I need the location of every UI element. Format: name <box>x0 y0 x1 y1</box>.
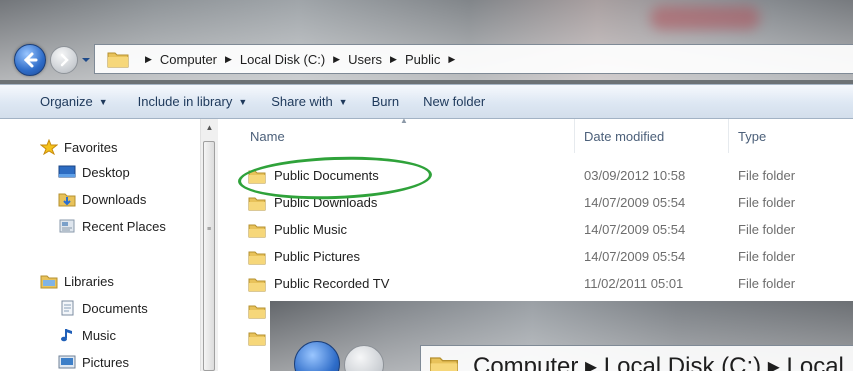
file-type: File folder <box>738 168 796 183</box>
file-date: 14/07/2009 05:54 <box>584 195 686 210</box>
zoomed-address-bar-overlay: Computer ▸ Local Disk (C:) ▸ Local <box>270 301 853 371</box>
file-date: 14/07/2009 05:54 <box>584 222 686 237</box>
file-date: 14/07/2009 05:54 <box>584 249 686 264</box>
chevron-down-icon: ▼ <box>98 96 108 107</box>
file-name: Public Music <box>274 222 347 237</box>
pictures-icon <box>58 354 76 370</box>
share-with-label: Share with <box>271 94 333 109</box>
breadcrumb-separator[interactable]: ▶ <box>145 54 152 65</box>
file-type: File folder <box>738 276 796 291</box>
breadcrumb-separator[interactable]: ▶ <box>225 54 232 65</box>
breadcrumb-computer[interactable]: Computer <box>160 52 217 67</box>
breadcrumb-public[interactable]: Public <box>405 52 440 67</box>
folder-icon <box>248 278 266 292</box>
file-type: File folder <box>738 222 796 237</box>
nav-item-label: Music <box>82 327 116 343</box>
explorer-window: ▶ Computer ▶ Local Disk (C:) ▶ Users ▶ P… <box>0 0 853 371</box>
nav-item-label: Desktop <box>82 164 130 180</box>
file-name: Public Pictures <box>274 249 360 264</box>
file-type: File folder <box>738 249 796 264</box>
forward-icon <box>60 53 69 67</box>
desktop-icon <box>58 164 76 180</box>
nav-item-recent-places[interactable]: Recent Places <box>58 218 166 234</box>
recent-pages-dropdown[interactable] <box>80 54 92 66</box>
breadcrumb-separator[interactable]: ▶ <box>448 54 455 65</box>
include-in-library-label: Include in library <box>137 94 233 109</box>
organize-button[interactable]: Organize ▼ <box>40 94 108 109</box>
nav-favorites-label: Favorites <box>64 139 118 155</box>
library-icon <box>40 273 58 289</box>
sort-ascending-icon: ▲ <box>400 116 408 125</box>
folder-icon <box>430 357 458 371</box>
scrollbar-thumb[interactable]: ≡ <box>203 141 215 371</box>
command-bar: Organize ▼ Include in library ▼ Share with… <box>0 84 853 119</box>
chevron-down-icon: ▼ <box>238 96 248 107</box>
nav-item-music[interactable]: Music <box>58 327 116 343</box>
breadcrumb-users[interactable]: Users <box>348 52 382 67</box>
share-with-button[interactable]: Share with ▼ <box>271 94 347 109</box>
nav-item-label: Documents <box>82 300 148 316</box>
column-divider[interactable] <box>574 119 575 153</box>
star-icon <box>40 139 58 155</box>
column-header-name[interactable]: Name <box>250 129 285 144</box>
nav-item-label: Pictures <box>82 354 129 370</box>
back-icon <box>23 52 38 68</box>
file-type: File folder <box>738 195 796 210</box>
include-in-library-button[interactable]: Include in library ▼ <box>138 94 248 109</box>
file-date: 11/02/2011 05:01 <box>584 276 684 291</box>
folder-icon <box>248 305 266 319</box>
file-row-public-music[interactable]: Public Music 14/07/2009 05:54 File folde… <box>218 217 853 243</box>
nav-item-pictures[interactable]: Pictures <box>58 354 129 370</box>
new-folder-button[interactable]: New folder <box>423 94 485 109</box>
burn-button[interactable]: Burn <box>372 94 399 109</box>
overlay-address-text: Computer ▸ Local Disk (C:) ▸ Local <box>473 352 844 371</box>
documents-icon <box>58 300 76 316</box>
column-header-date-modified[interactable]: Date modified <box>584 129 664 144</box>
column-headers: Name ▲ Date modified Type <box>218 116 853 153</box>
navigation-pane: Favorites Desktop Downloads Recent Place… <box>0 119 200 371</box>
background-blur <box>650 6 760 30</box>
navigation-row: ▶ Computer ▶ Local Disk (C:) ▶ Users ▶ P… <box>0 40 853 80</box>
downloads-icon <box>58 191 76 207</box>
nav-item-label: Downloads <box>82 191 147 207</box>
file-name: Public Recorded TV <box>274 276 390 291</box>
column-header-type[interactable]: Type <box>738 129 766 144</box>
nav-item-label: Recent Places <box>82 218 166 234</box>
nav-favorites[interactable]: Favorites <box>40 139 117 155</box>
overlay-address-bar: Computer ▸ Local Disk (C:) ▸ Local <box>420 345 853 371</box>
recent-places-icon <box>58 218 76 234</box>
file-row-public-recorded-tv[interactable]: Public Recorded TV 11/02/2011 05:01 File… <box>218 271 853 297</box>
address-bar[interactable]: ▶ Computer ▶ Local Disk (C:) ▶ Users ▶ P… <box>94 44 853 74</box>
back-button[interactable] <box>14 44 46 76</box>
folder-icon <box>248 332 266 346</box>
music-icon <box>58 327 76 343</box>
folder-icon <box>248 251 266 265</box>
breadcrumb-separator[interactable]: ▶ <box>333 54 340 65</box>
nav-item-downloads[interactable]: Downloads <box>58 191 146 207</box>
nav-item-documents[interactable]: Documents <box>58 300 148 316</box>
nav-libraries[interactable]: Libraries <box>40 273 114 289</box>
folder-icon <box>107 52 129 68</box>
nav-libraries-label: Libraries <box>64 273 114 289</box>
file-row-public-pictures[interactable]: Public Pictures 14/07/2009 05:54 File fo… <box>218 244 853 270</box>
folder-icon <box>248 224 266 238</box>
grip-icon: ≡ <box>207 226 212 233</box>
navigation-scrollbar[interactable]: ▲ ≡ <box>200 119 218 371</box>
chevron-down-icon: ▼ <box>338 96 348 107</box>
file-date: 03/09/2012 10:58 <box>584 168 686 183</box>
breadcrumb-separator[interactable]: ▶ <box>390 54 397 65</box>
column-divider[interactable] <box>728 119 729 153</box>
nav-item-desktop[interactable]: Desktop <box>58 164 130 180</box>
folder-icon <box>248 197 266 211</box>
scroll-up-icon[interactable]: ▲ <box>201 119 218 136</box>
forward-button[interactable] <box>50 46 78 74</box>
breadcrumb-local-disk[interactable]: Local Disk (C:) <box>240 52 325 67</box>
organize-label: Organize <box>40 94 93 109</box>
